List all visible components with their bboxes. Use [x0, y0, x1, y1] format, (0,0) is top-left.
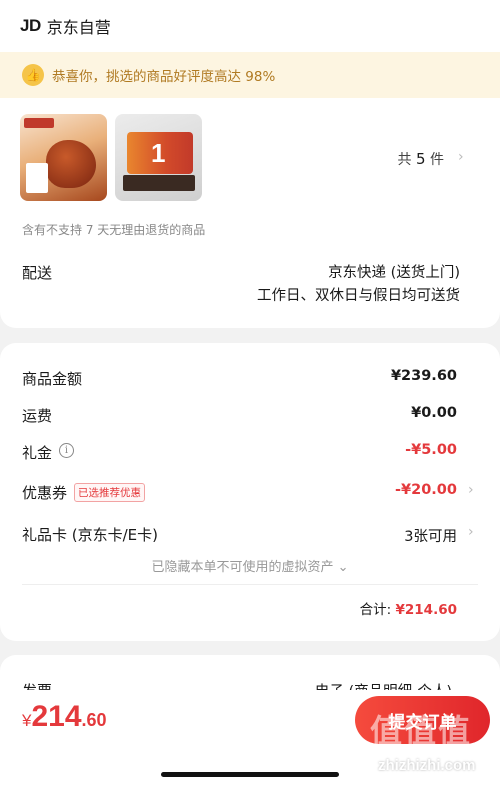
shop-name: 京东自营 [46, 18, 111, 37]
chevron-down-icon: ⌄ [337, 560, 349, 575]
coupon-badge: 已选推荐优惠 [74, 483, 145, 502]
thumbs-up-icon: 👍 [22, 64, 44, 86]
product-image-chicken-wings[interactable] [20, 114, 107, 201]
product-thumbnails[interactable]: 1 [20, 114, 202, 201]
shipping-label: 运费 [22, 407, 53, 425]
coupon-label: 优惠券 [22, 484, 68, 502]
divider [22, 584, 478, 585]
delivery-info[interactable]: 京东快递 (送货上门) 工作日、双休日与假日均可送货 [257, 262, 460, 308]
count-suffix: 件 [430, 152, 444, 168]
package-image [26, 163, 48, 193]
price-decimal: .60 [81, 710, 107, 730]
hidden-assets-text: 已隐藏本单不可使用的虚拟资产 [151, 560, 334, 575]
praise-banner: 👍 恭喜你，挑选的商品好评度高达 98% [0, 52, 500, 98]
goods-amount-label: 商品金额 [22, 370, 83, 388]
count-prefix: 共 [397, 152, 412, 168]
jd-logo: JD [20, 16, 41, 35]
delivery-schedule: 工作日、双休日与假日均可送货 [257, 288, 460, 304]
goods-amount-value: ¥239.60 [390, 368, 457, 384]
chevron-right-icon[interactable]: › [458, 149, 464, 165]
chevron-right-icon[interactable]: › [468, 482, 474, 498]
payable-price: ¥214.60 [22, 700, 107, 734]
total-label: 合计: [359, 602, 396, 618]
hidden-assets-toggle[interactable]: 已隐藏本单不可使用的虚拟资产 ⌄ [0, 556, 500, 575]
count-number: 5 [416, 150, 426, 168]
shop-header[interactable]: JD 京东自营 [20, 14, 111, 38]
chicken-wing-image [46, 140, 96, 188]
gift-money-value: -¥5.00 [405, 442, 457, 458]
delivery-label: 配送 [22, 264, 53, 282]
product-image-membership-card[interactable]: 1 [115, 114, 202, 201]
product-count[interactable]: 共 5 件 [398, 149, 444, 169]
product-tag [24, 118, 54, 128]
chevron-right-icon[interactable]: › [468, 524, 474, 540]
subtotal: 合计: ¥214.60 [360, 598, 457, 618]
praise-text: 恭喜你，挑选的商品好评度高达 98% [52, 69, 276, 85]
total-value: ¥214.60 [395, 602, 458, 618]
card-strip [123, 175, 195, 191]
gift-card-label: 礼品卡 (京东卡/E卡) [22, 526, 159, 544]
price-integer: 214 [31, 700, 82, 733]
watermark-text: zhizhizhi.com [378, 757, 476, 774]
shipping-value: ¥0.00 [411, 405, 457, 421]
delivery-method: 京东快递 (送货上门) [328, 265, 460, 281]
membership-card-image: 1 [127, 132, 193, 174]
info-icon[interactable]: i [59, 443, 74, 458]
no-return-notice: 含有不支持 7 天无理由退货的商品 [22, 223, 206, 237]
gift-card-value[interactable]: 3张可用 [404, 525, 457, 546]
coupon-value[interactable]: -¥20.00 [395, 482, 457, 498]
home-indicator[interactable] [161, 772, 339, 777]
watermark-glyphs: 值值值 [370, 712, 473, 750]
gift-money-label: 礼金 [22, 444, 53, 462]
